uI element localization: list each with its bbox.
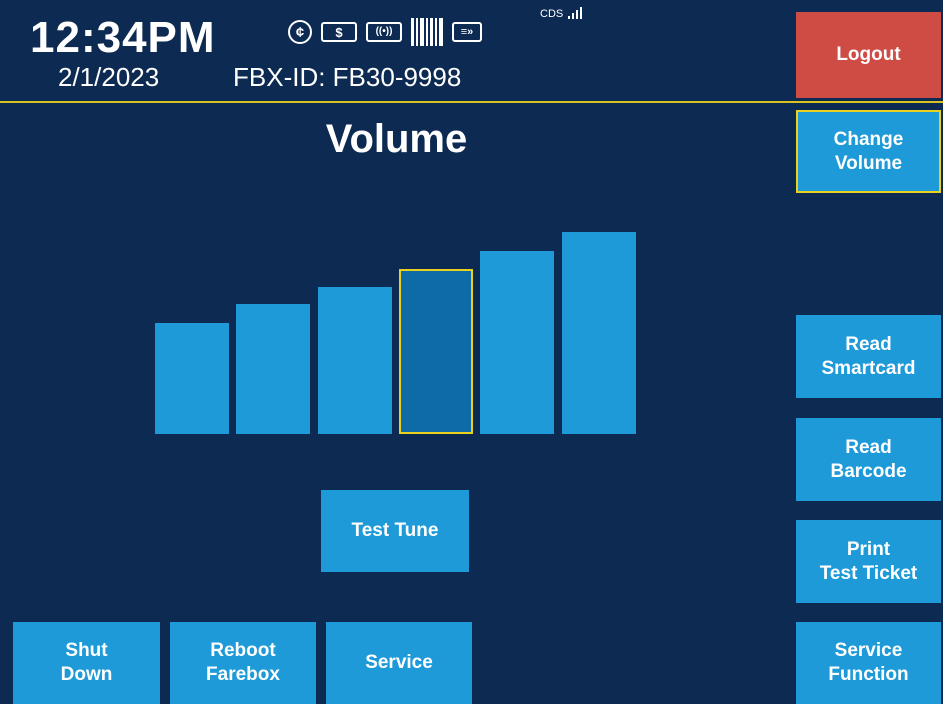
page-title: Volume — [325, 117, 468, 161]
test-tune-button[interactable]: Test Tune — [321, 490, 469, 572]
volume-level-1[interactable] — [155, 323, 229, 434]
status-icon-row: ¢ $ ((•)) ≡» — [288, 17, 482, 47]
read-smartcard-button[interactable]: Read Smartcard — [796, 315, 941, 398]
header-divider — [0, 101, 943, 103]
service-button[interactable]: Service — [326, 622, 472, 704]
current-date: 2/1/2023 — [58, 62, 160, 92]
contactless-icon: ((•)) — [366, 22, 402, 42]
print-test-ticket-button[interactable]: Print Test Ticket — [796, 520, 941, 603]
card-reader-icon: ≡» — [452, 22, 482, 42]
reboot-farebox-button[interactable]: Reboot Farebox — [170, 622, 316, 704]
farebox-id: FBX-ID: FB30-9998 — [233, 62, 462, 92]
volume-level-5[interactable] — [480, 251, 554, 434]
logout-button[interactable]: Logout — [796, 12, 941, 98]
read-barcode-button[interactable]: Read Barcode — [796, 418, 941, 501]
volume-level-2[interactable] — [236, 304, 310, 434]
volume-level-6[interactable] — [562, 232, 636, 434]
change-volume-button[interactable]: Change Volume — [796, 110, 941, 193]
clock-time: 12:34PM — [30, 13, 216, 62]
barcode-icon — [411, 18, 443, 46]
coin-icon: ¢ — [288, 20, 312, 44]
shut-down-button[interactable]: Shut Down — [13, 622, 160, 704]
signal-icon — [568, 7, 582, 19]
volume-level-4[interactable] — [399, 269, 473, 434]
volume-level-3[interactable] — [318, 287, 392, 434]
bill-icon: $ — [321, 22, 357, 42]
service-function-button[interactable]: Service Function — [796, 622, 941, 704]
status-header: 12:34PM 2/1/2023 FBX-ID: FB30-9998 ¢ $ (… — [0, 0, 793, 101]
cds-label: CDS — [540, 8, 564, 20]
